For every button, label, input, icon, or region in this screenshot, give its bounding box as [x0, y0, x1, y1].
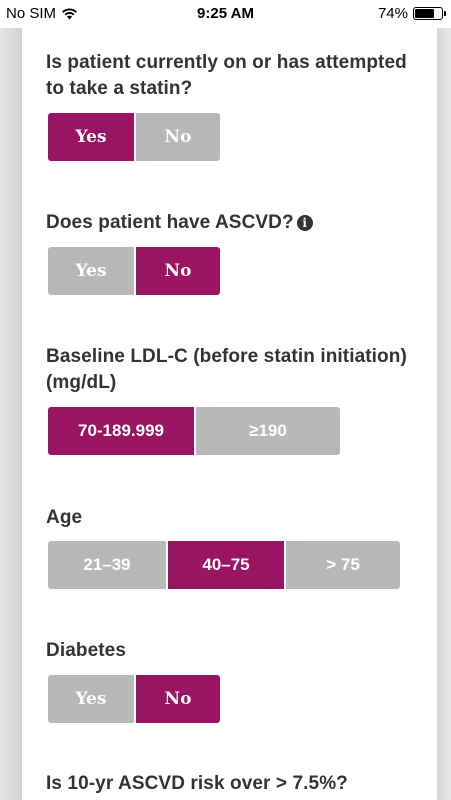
risk-question: Is 10-yr ASCVD risk over > 7.5%?: [46, 771, 426, 797]
statin-question-label: Is patient currently on or has attempted…: [46, 52, 407, 99]
risk-question-label: Is 10-yr ASCVD risk over > 7.5%?: [46, 773, 348, 794]
statin-question: Is patient currently on or has attempted…: [46, 50, 416, 102]
ldl-190-button[interactable]: ≥190: [194, 407, 340, 455]
age-21-39-button[interactable]: 21–39: [48, 541, 166, 589]
age-over-75-button[interactable]: > 75: [284, 541, 400, 589]
battery-indicator: 74%: [377, 5, 446, 22]
age-toggle[interactable]: 21–39 40–75 > 75: [48, 541, 400, 589]
ldl-question: Baseline LDL-C (before statin initiation…: [46, 344, 416, 396]
ldl-70-189-button[interactable]: 70-189.999: [48, 407, 194, 455]
diabetes-question: Diabetes: [46, 638, 416, 664]
age-question-label: Age: [46, 507, 83, 528]
left-gutter: [0, 28, 22, 800]
diabetes-toggle[interactable]: Yes No: [48, 675, 220, 723]
ascvd-no-button[interactable]: No: [134, 247, 220, 295]
diabetes-no-button[interactable]: No: [134, 675, 220, 723]
age-40-75-button[interactable]: 40–75: [166, 541, 284, 589]
form-content[interactable]: Is patient currently on or has attempted…: [22, 28, 437, 800]
diabetes-yes-button[interactable]: Yes: [48, 675, 134, 723]
statin-toggle[interactable]: Yes No: [48, 113, 220, 161]
status-bar: No SIM 9:25 AM 74%: [0, 0, 451, 28]
ascvd-yes-button[interactable]: Yes: [48, 247, 134, 295]
statin-yes-button[interactable]: Yes: [48, 113, 134, 161]
battery-percent: 74%: [377, 5, 408, 22]
ldl-question-label: Baseline LDL-C (before statin initiation…: [46, 346, 407, 393]
info-icon[interactable]: i: [296, 215, 313, 231]
ascvd-question: Does patient have ASCVD? i: [46, 210, 416, 236]
ldl-toggle[interactable]: 70-189.999 ≥190: [48, 407, 340, 455]
diabetes-question-label: Diabetes: [46, 640, 127, 661]
battery-fill: [415, 9, 434, 18]
statin-no-button[interactable]: No: [134, 113, 220, 161]
ascvd-question-label: Does patient have ASCVD?: [46, 212, 294, 233]
age-question: Age: [46, 505, 416, 531]
battery-icon: [413, 7, 446, 20]
ascvd-toggle[interactable]: Yes No: [48, 247, 220, 295]
